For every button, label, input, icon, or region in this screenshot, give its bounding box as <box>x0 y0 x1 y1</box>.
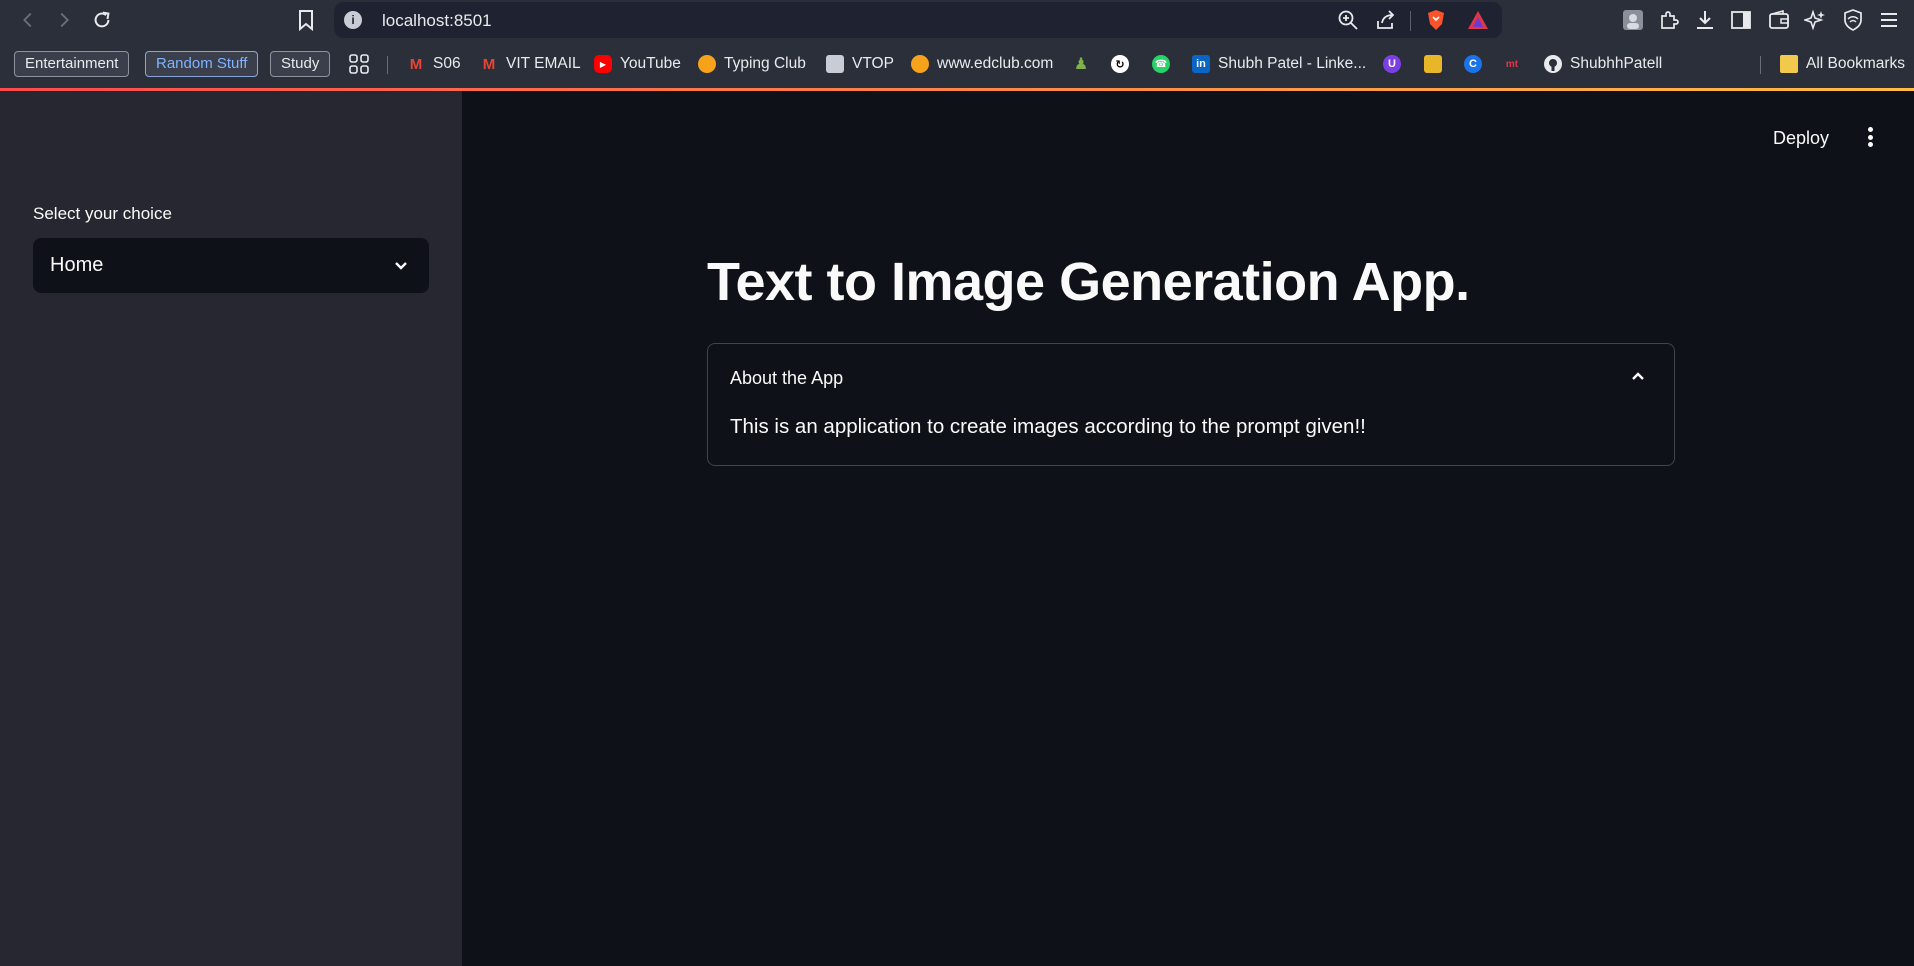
image-app-icon <box>1424 55 1442 73</box>
circle-app-icon: ↻ <box>1111 55 1129 73</box>
bookmark-vtop[interactable]: VTOP <box>826 53 894 75</box>
profile-extension-icon[interactable] <box>1620 7 1646 33</box>
bookmarks-divider-right <box>1760 56 1761 74</box>
zoom-icon[interactable] <box>1336 8 1360 32</box>
bookmark-whatsapp[interactable]: ☎ <box>1152 53 1178 75</box>
omnibox-divider <box>1410 11 1411 31</box>
brave-rewards-icon[interactable] <box>1466 8 1490 32</box>
forward-arrow-icon <box>60 12 69 28</box>
leo-ai-icon[interactable] <box>1802 7 1828 33</box>
menu-icon[interactable] <box>1876 7 1902 33</box>
folder-icon <box>1780 55 1798 73</box>
linkedin-icon: in <box>1192 55 1210 73</box>
bookmark-linkedin[interactable]: in Shubh Patel - Linke... <box>1192 53 1366 75</box>
chevron-down-icon <box>395 262 407 270</box>
sidebar-toggle-icon[interactable] <box>1728 7 1754 33</box>
main-content: Deploy Text to Image Generation App. Abo… <box>462 91 1914 966</box>
site-info-icon[interactable]: i <box>344 11 362 29</box>
c-app-icon: C <box>1464 55 1482 73</box>
gmail-icon: M <box>482 55 496 73</box>
page-title: Text to Image Generation App. <box>707 252 1470 312</box>
extensions-icon[interactable] <box>1656 7 1682 33</box>
typingclub-icon <box>698 55 716 73</box>
choice-select[interactable]: Home <box>33 238 429 293</box>
bookmark-vit-email[interactable]: M VIT EMAIL <box>480 53 581 75</box>
bookmark-s06[interactable]: M S06 <box>407 53 461 75</box>
bookmark-youtube[interactable]: ▶ YouTube <box>594 53 681 75</box>
browser-toolbar: i localhost:8501 <box>0 0 1914 40</box>
u-badge-icon: U <box>1383 55 1401 73</box>
browser-chrome: i localhost:8501 Entertainment Random St… <box>0 0 1914 91</box>
bookmark-circle-app[interactable]: ↻ <box>1111 53 1137 75</box>
mt-app-icon: mt <box>1503 55 1521 73</box>
bookmark-mt-app[interactable]: mt <box>1503 53 1529 75</box>
bookmark-folder-random-stuff[interactable]: Random Stuff <box>145 51 259 77</box>
expander-header[interactable]: About the App <box>730 368 843 389</box>
address-bar[interactable]: i localhost:8501 <box>334 2 1502 38</box>
github-icon <box>1544 55 1562 73</box>
vpn-icon[interactable] <box>1840 7 1866 33</box>
bookmarks-divider <box>387 56 388 74</box>
all-bookmarks-button[interactable]: All Bookmarks <box>1780 53 1905 75</box>
vtop-icon <box>826 55 844 73</box>
chevron-up-icon[interactable] <box>1628 366 1648 386</box>
main-menu-button[interactable] <box>1862 124 1878 150</box>
chess-pawn-icon: ♟ <box>1073 56 1089 73</box>
apps-grid-button[interactable] <box>348 53 370 75</box>
bookmark-typing-club[interactable]: Typing Club <box>698 53 806 75</box>
url-text: localhost:8501 <box>382 11 492 30</box>
wallet-icon[interactable] <box>1766 7 1792 33</box>
edclub-icon <box>911 55 929 73</box>
gmail-icon: M <box>409 55 423 73</box>
bookmark-image-app[interactable] <box>1424 53 1450 75</box>
bookmark-folder-entertainment[interactable]: Entertainment <box>14 51 130 77</box>
expander-body-text: This is an application to create images … <box>730 415 1366 438</box>
select-label: Select your choice <box>33 204 172 223</box>
apps-grid-icon <box>349 54 369 74</box>
deploy-button[interactable]: Deploy <box>1773 128 1829 149</box>
bookmark-c-app[interactable]: C <box>1464 53 1490 75</box>
forward-button[interactable] <box>50 6 78 34</box>
youtube-icon: ▶ <box>594 55 612 73</box>
select-value: Home <box>50 254 104 276</box>
bookmark-github[interactable]: ShubhhPatell <box>1544 53 1662 75</box>
share-icon[interactable] <box>1374 8 1398 32</box>
reload-button[interactable] <box>88 6 116 34</box>
about-expander: About the App This is an application to … <box>707 343 1675 466</box>
downloads-icon[interactable] <box>1692 7 1718 33</box>
whatsapp-icon: ☎ <box>1152 55 1170 73</box>
bookmark-edclub[interactable]: www.edclub.com <box>911 53 1053 75</box>
back-arrow-icon <box>23 12 32 28</box>
bookmark-icon <box>299 10 313 31</box>
kebab-dot <box>1867 127 1873 132</box>
bookmark-chess[interactable]: ♟ <box>1072 53 1098 75</box>
kebab-dot <box>1867 142 1873 147</box>
brave-shield-icon[interactable] <box>1424 8 1448 32</box>
bookmarks-bar: Entertainment Random Stuff Study M S06 M… <box>0 44 1914 84</box>
sidebar: Select your choice Home <box>0 91 462 966</box>
kebab-dot <box>1867 134 1873 140</box>
bookmark-purple-u[interactable]: U <box>1383 53 1409 75</box>
back-button[interactable] <box>14 6 42 34</box>
reload-icon <box>94 11 110 28</box>
bookmark-page-button[interactable] <box>292 6 320 34</box>
bookmark-folder-study[interactable]: Study <box>270 51 331 77</box>
